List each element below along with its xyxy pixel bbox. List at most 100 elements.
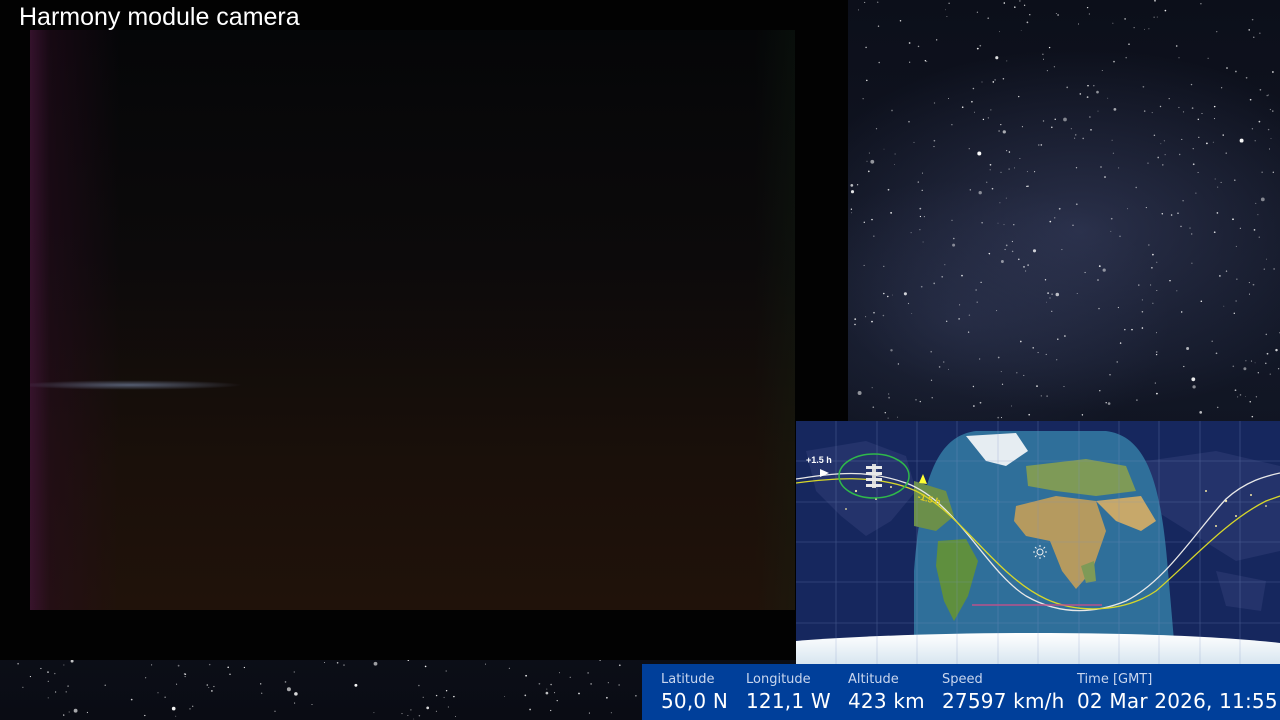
- star: [1010, 405, 1012, 407]
- star: [1267, 94, 1269, 96]
- star: [1056, 359, 1058, 361]
- star: [959, 304, 961, 306]
- star: [274, 710, 276, 712]
- star: [1026, 185, 1028, 188]
- star: [1255, 396, 1258, 398]
- star: [979, 401, 982, 404]
- star: [1055, 13, 1057, 14]
- star: [1053, 66, 1056, 68]
- star: [922, 241, 924, 243]
- star: [875, 128, 878, 130]
- star: [1036, 385, 1038, 387]
- star: [418, 715, 421, 717]
- star: [1021, 126, 1023, 128]
- star: [1180, 311, 1183, 313]
- camera-panel: Harmony module camera: [0, 0, 848, 660]
- star: [1131, 328, 1133, 331]
- star: [909, 61, 911, 63]
- star: [1049, 297, 1051, 299]
- star: [981, 222, 983, 224]
- star: [907, 302, 910, 305]
- star: [987, 117, 989, 119]
- star: [1028, 413, 1031, 416]
- star: [1038, 144, 1040, 146]
- star: [1250, 360, 1253, 362]
- star: [1154, 0, 1156, 2]
- star: [1233, 312, 1235, 314]
- star: [1251, 415, 1254, 418]
- star: [67, 685, 69, 687]
- star: [930, 379, 933, 381]
- star: [976, 47, 979, 50]
- star: [1220, 181, 1222, 183]
- star: [1153, 134, 1156, 137]
- star: [1057, 338, 1059, 340]
- star: [1119, 235, 1121, 238]
- star: [410, 709, 412, 711]
- star: [998, 130, 1000, 132]
- star: [1249, 98, 1252, 101]
- star: [982, 118, 985, 121]
- star: [976, 11, 979, 13]
- star: [854, 323, 856, 326]
- star: [989, 169, 991, 171]
- star: [919, 207, 922, 210]
- star: [1272, 110, 1274, 112]
- star: [1023, 374, 1025, 376]
- star: [1221, 87, 1223, 89]
- star: [1164, 9, 1167, 12]
- star: [607, 682, 609, 684]
- star: [1151, 267, 1153, 269]
- star: [1145, 207, 1147, 209]
- star: [86, 711, 88, 714]
- star: [981, 81, 983, 83]
- star: [865, 46, 867, 49]
- star: [1156, 289, 1158, 292]
- star: [54, 672, 56, 675]
- star: [1272, 71, 1274, 73]
- star: [443, 696, 445, 699]
- star: [953, 237, 955, 240]
- star: [17, 662, 19, 665]
- star: [208, 687, 210, 688]
- star: [130, 698, 133, 701]
- map-caption-line: [972, 604, 1102, 606]
- star: [445, 670, 447, 672]
- star: [47, 671, 49, 673]
- star: [1016, 372, 1018, 374]
- star: [213, 685, 215, 688]
- star: [1151, 112, 1153, 114]
- star: [1258, 236, 1260, 238]
- star: [554, 692, 556, 694]
- star: [1198, 136, 1200, 138]
- star: [1155, 353, 1158, 356]
- star: [1082, 137, 1085, 140]
- star: [1236, 278, 1238, 280]
- star: [1191, 377, 1196, 382]
- star: [569, 676, 571, 678]
- star: [1142, 85, 1145, 88]
- star: [504, 696, 506, 697]
- star: [1141, 327, 1144, 329]
- star: [1075, 203, 1078, 206]
- star: [1042, 120, 1045, 122]
- star: [997, 222, 999, 224]
- star: [1081, 414, 1084, 416]
- star: [229, 673, 231, 675]
- star: [587, 672, 589, 674]
- star: [54, 691, 57, 693]
- star: [1112, 22, 1114, 24]
- star: [40, 667, 42, 670]
- longitude-value: 121,1 W: [746, 689, 831, 713]
- star: [979, 44, 982, 47]
- star: [1054, 118, 1056, 121]
- star: [1213, 105, 1216, 108]
- star: [870, 159, 875, 164]
- star: [1159, 105, 1162, 108]
- star: [1175, 45, 1178, 47]
- star: [1097, 279, 1099, 281]
- star: [987, 17, 990, 20]
- star: [1211, 340, 1213, 342]
- telemetry-bar: Latitude 50,0 N Longitude 121,1 W Altitu…: [642, 664, 1280, 720]
- star: [1232, 218, 1234, 221]
